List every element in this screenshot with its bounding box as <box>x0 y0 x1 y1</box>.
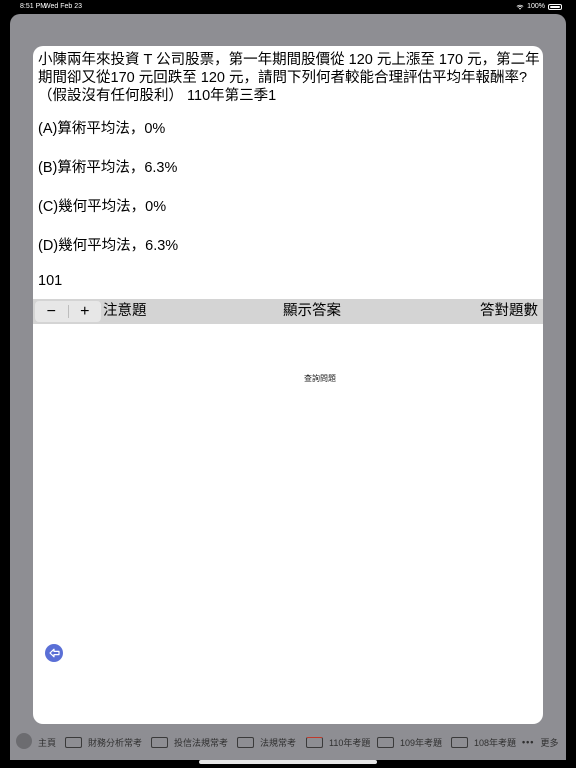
tab-more-label: 更多 <box>540 737 559 748</box>
wifi-icon <box>516 4 524 10</box>
control-bar: − + 注意題 顯示答案 答對題數 <box>33 299 543 324</box>
more-icon: ••• <box>522 737 535 747</box>
question-modal: 小陳兩年來投資 T 公司股票，第一年期間股價從 120 元上漲至 170 元，第… <box>33 46 543 724</box>
tab-home-label: 主頁 <box>38 737 57 748</box>
tab-110[interactable]: 110年考題 <box>306 727 370 757</box>
decrease-button[interactable]: − <box>35 301 68 322</box>
tab-box-icon <box>151 736 168 748</box>
tab-investment-regulation[interactable]: 投信法規常考 <box>151 727 228 757</box>
question-number: 101 <box>38 273 63 289</box>
back-arrow-icon <box>48 648 60 658</box>
option-b[interactable]: (B)算術平均法，6.3% <box>38 156 177 177</box>
tab-investment-regulation-label: 投信法規常考 <box>174 737 229 748</box>
tab-regulation-label: 法規常考 <box>260 737 297 748</box>
battery-icon <box>548 4 562 10</box>
question-text: 小陳兩年來投資 T 公司股票，第一年期間股價從 120 元上漲至 170 元，第… <box>38 52 540 104</box>
option-d[interactable]: (D)幾何平均法，6.3% <box>38 234 178 255</box>
query-question-button[interactable]: 查詢問題 <box>304 373 336 384</box>
tab-108-label: 108年考題 <box>474 737 517 748</box>
tab-box-icon <box>237 736 254 748</box>
back-button[interactable] <box>45 644 63 662</box>
tab-financial-analysis[interactable]: 財務分析常考 <box>65 727 142 757</box>
status-date: Wed Feb 23 <box>44 3 83 10</box>
status-time: 8:51 PM <box>20 3 47 10</box>
tab-110-label: 110年考題 <box>329 737 371 748</box>
font-size-stepper: − + <box>35 301 101 322</box>
home-icon[interactable] <box>16 733 32 749</box>
tab-108[interactable]: 108年考題 <box>451 727 516 757</box>
show-answer-button[interactable]: 顯示答案 <box>283 299 341 324</box>
battery-percent: 100% <box>527 3 545 10</box>
tab-box-icon <box>306 736 323 748</box>
tab-box-icon <box>451 736 468 748</box>
tab-109[interactable]: 109年考題 <box>377 727 442 757</box>
tab-box-icon <box>377 736 394 748</box>
tab-financial-analysis-label: 財務分析常考 <box>88 737 143 748</box>
tab-bar: 主頁 財務分析常考 投信法規常考 法規常考 110年考題 109年考題 108年… <box>10 727 566 757</box>
increase-button[interactable]: + <box>69 301 102 322</box>
tab-more[interactable]: ••• 更多 <box>522 727 558 757</box>
option-c[interactable]: (C)幾何平均法，0% <box>38 195 166 216</box>
option-a[interactable]: (A)算術平均法，0% <box>38 117 165 138</box>
correct-count-label[interactable]: 答對題數 <box>480 299 538 324</box>
tab-box-icon <box>65 736 82 748</box>
status-right: 100% <box>516 0 562 14</box>
tab-regulation[interactable]: 法規常考 <box>237 727 296 757</box>
tab-109-label: 109年考題 <box>400 737 443 748</box>
attention-button[interactable]: 注意題 <box>103 299 147 324</box>
home-indicator <box>199 760 377 764</box>
tab-home[interactable]: 主頁 <box>38 727 56 757</box>
status-bar: 8:51 PM Wed Feb 23 100% <box>0 0 576 14</box>
